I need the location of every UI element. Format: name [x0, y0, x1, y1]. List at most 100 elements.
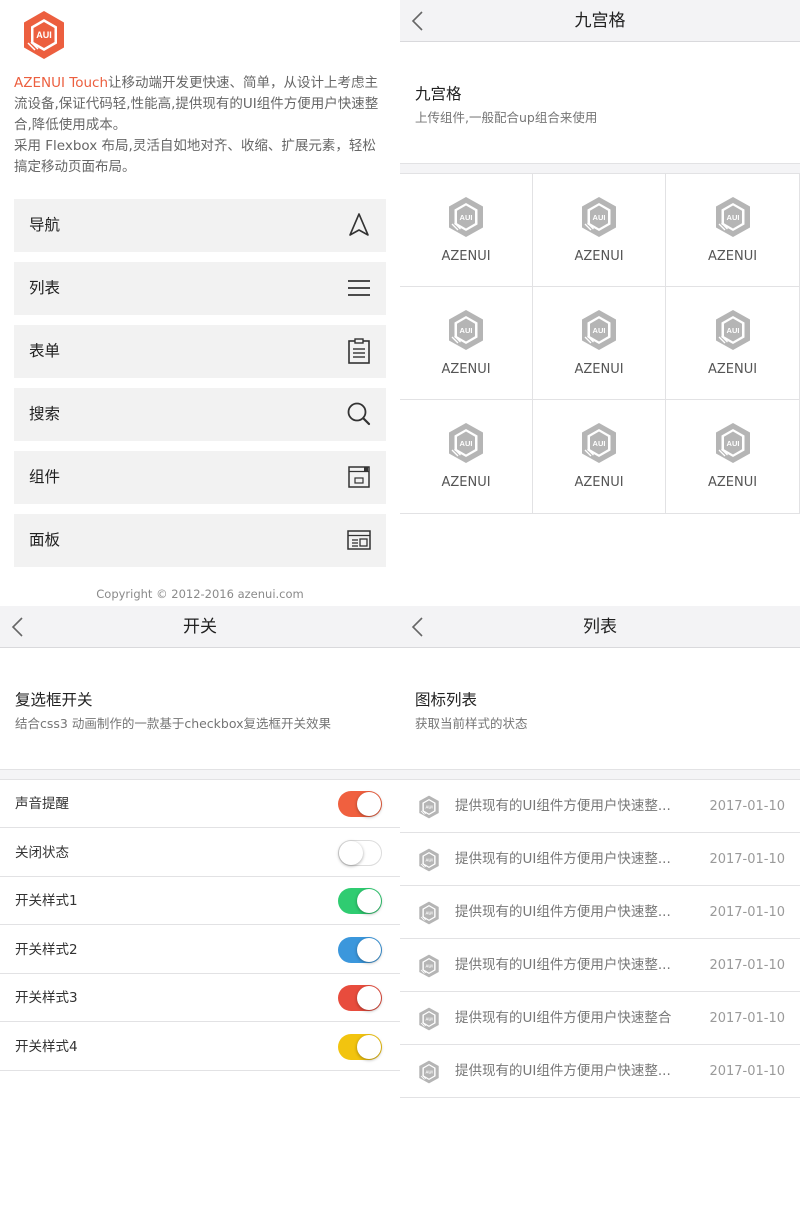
azenui-logo-icon: AUI [715, 197, 750, 237]
list-item[interactable]: AUI 提供现有的UI组件方便用户快速整... 2017-01-10 [400, 1045, 800, 1098]
icon-text: AUI [425, 964, 432, 969]
section-heading: 图标列表 [415, 691, 478, 709]
menu-item-label: 搜索 [29, 405, 61, 423]
list-item-date: 2017-01-10 [709, 799, 785, 814]
icon-text: AUI [593, 439, 606, 448]
grid-cell-label: AZENUI [707, 362, 758, 377]
list-item-text: 提供现有的UI组件方便用户快速整... [455, 1063, 671, 1079]
section-subtitle: 上传组件,一般配合up组合来使用 [415, 110, 598, 125]
grid-cell-label: AZENUI [441, 249, 491, 264]
azenui-logo-icon: AUI [419, 848, 439, 872]
switch-label: 声音提醒 [15, 796, 69, 812]
list-item-text: 提供现有的UI组件方便用户快速整合 [455, 1010, 672, 1026]
clipboard-form-icon [348, 338, 370, 364]
list-item[interactable]: AUI 提供现有的UI组件方便用户快速整... 2017-01-10 [400, 886, 800, 939]
list-item-date: 2017-01-10 [709, 852, 785, 867]
grid-cell[interactable]: AUI AZENUI [400, 287, 533, 400]
icon-text: AUI [726, 213, 739, 222]
list-panel: 列表 图标列表 获取当前样式的状态 AUI 提供现有的UI组件方便用户快速整...… [400, 606, 800, 1212]
menu-item-label: 组件 [29, 468, 61, 486]
list-item-date: 2017-01-10 [709, 905, 785, 920]
toggle-knob [357, 889, 381, 913]
section-intro: 复选框开关 结合css3 动画制作的一款基于checkbox复选框开关效果 [0, 648, 400, 770]
grid-cell[interactable]: AUI AZENUI [666, 287, 800, 400]
list-item-date: 2017-01-10 [709, 1011, 785, 1026]
azenui-logo-icon: AUI [582, 423, 616, 463]
window-component-icon [348, 466, 370, 488]
list-item-text: 提供现有的UI组件方便用户快速整... [455, 851, 671, 867]
azenui-logo-icon: AUI [419, 901, 439, 925]
navigation-arrow-icon [349, 213, 369, 236]
section-subtitle: 结合css3 动画制作的一款基于checkbox复选框开关效果 [15, 716, 332, 731]
intro-line2: 采用 Flexbox 布局,灵活自如地对齐、收缩、扩展元素，轻松搞定移动页面布局… [14, 138, 376, 175]
azenui-logo-icon: AUI [449, 197, 483, 237]
list-item[interactable]: AUI 提供现有的UI组件方便用户快速整... 2017-01-10 [400, 833, 800, 886]
icon-text: AUI [726, 439, 739, 448]
section-intro: 九宫格 上传组件,一般配合up组合来使用 [400, 42, 800, 164]
toggle-knob [339, 840, 363, 865]
grid-cell[interactable]: AUI AZENUI [400, 400, 533, 514]
grid-cell-label: AZENUI [574, 475, 624, 490]
grid-cell[interactable]: AUI AZENUI [533, 400, 666, 514]
page-title: 九宫格 [574, 11, 626, 31]
section-subtitle: 获取当前样式的状态 [415, 716, 528, 731]
menu-item-label: 表单 [29, 342, 61, 360]
toggle-switch[interactable] [338, 936, 382, 963]
header-bar: 列表 [400, 606, 800, 648]
switch-panel: 开关 复选框开关 结合css3 动画制作的一款基于checkbox复选框开关效果… [0, 606, 400, 1212]
menu-item-panel[interactable]: 面板 [14, 514, 386, 567]
grid-cell[interactable]: AUI AZENUI [400, 174, 533, 287]
switch-row: 开关样式2 [0, 926, 400, 974]
menu-item-label: 列表 [29, 279, 61, 297]
icon-text: AUI [460, 439, 473, 448]
copyright: Copyright © 2012-2016 azenui.com [96, 587, 304, 601]
menu-item-label: 面板 [29, 531, 61, 549]
header-bar: 开关 [0, 606, 400, 648]
list-item-text: 提供现有的UI组件方便用户快速整... [455, 904, 671, 920]
grid-cell-label: AZENUI [574, 362, 624, 377]
switch-row: 声音提醒 [0, 780, 400, 828]
section-divider [400, 164, 800, 174]
azenui-logo-icon: AUI [582, 197, 616, 237]
intro-brand[interactable]: AZENUI Touch [14, 75, 108, 91]
toggle-switch[interactable] [338, 1033, 382, 1060]
menu-item-navigation[interactable]: 导航 [14, 199, 386, 252]
list-item[interactable]: AUI 提供现有的UI组件方便用户快速整... 2017-01-10 [400, 939, 800, 992]
icon-text: AUI [425, 1017, 432, 1022]
toggle-switch[interactable] [338, 791, 382, 817]
icon-text: AUI [425, 1070, 432, 1075]
icon-text: AUI [460, 213, 473, 222]
toggle-knob [357, 937, 381, 962]
list-item[interactable]: AUI 提供现有的UI组件方便用户快速整合 2017-01-10 [400, 992, 800, 1045]
grid-cell[interactable]: AUI AZENUI [666, 174, 800, 287]
menu-item-component[interactable]: 组件 [14, 451, 386, 504]
aui-logo: AUI [24, 11, 64, 59]
list-item-text: 提供现有的UI组件方便用户快速整... [455, 798, 671, 814]
toggle-switch[interactable] [338, 839, 382, 866]
grid-cell[interactable]: AUI AZENUI [533, 174, 666, 287]
toggle-switch[interactable] [338, 985, 382, 1011]
list-item[interactable]: AUI 提供现有的UI组件方便用户快速整... 2017-01-10 [400, 780, 800, 833]
section-intro: 图标列表 获取当前样式的状态 [400, 648, 800, 770]
grid-cell[interactable]: AUI AZENUI [666, 400, 800, 514]
icon-text: AUI [425, 805, 432, 810]
menu-item-label: 导航 [29, 216, 61, 234]
grid-cell-label: AZENUI [574, 249, 624, 264]
grid-cell-label: AZENUI [707, 475, 758, 490]
azenui-logo-icon: AUI [715, 310, 750, 350]
panel-icon [347, 530, 371, 550]
menu-item-form[interactable]: 表单 [14, 325, 386, 378]
icon-text: AUI [593, 213, 606, 222]
azenui-logo-icon: AUI [419, 795, 439, 819]
grid-cell[interactable]: AUI AZENUI [533, 287, 666, 400]
menu-item-search[interactable]: 搜索 [14, 388, 386, 441]
switch-row: 开关样式4 [0, 1023, 400, 1071]
list-lines-icon [348, 280, 370, 296]
toggle-knob [357, 986, 381, 1010]
header-bar: 九宫格 [400, 0, 800, 42]
nine-grid: AUI AZENUI AUI AZENUI AUI AZENUI AUI AZENUI AUI A… [400, 174, 800, 514]
menu-item-list[interactable]: 列表 [14, 262, 386, 315]
azenui-logo-icon: AUI [449, 423, 483, 463]
page-title: 列表 [583, 617, 617, 637]
toggle-switch[interactable] [338, 888, 382, 914]
